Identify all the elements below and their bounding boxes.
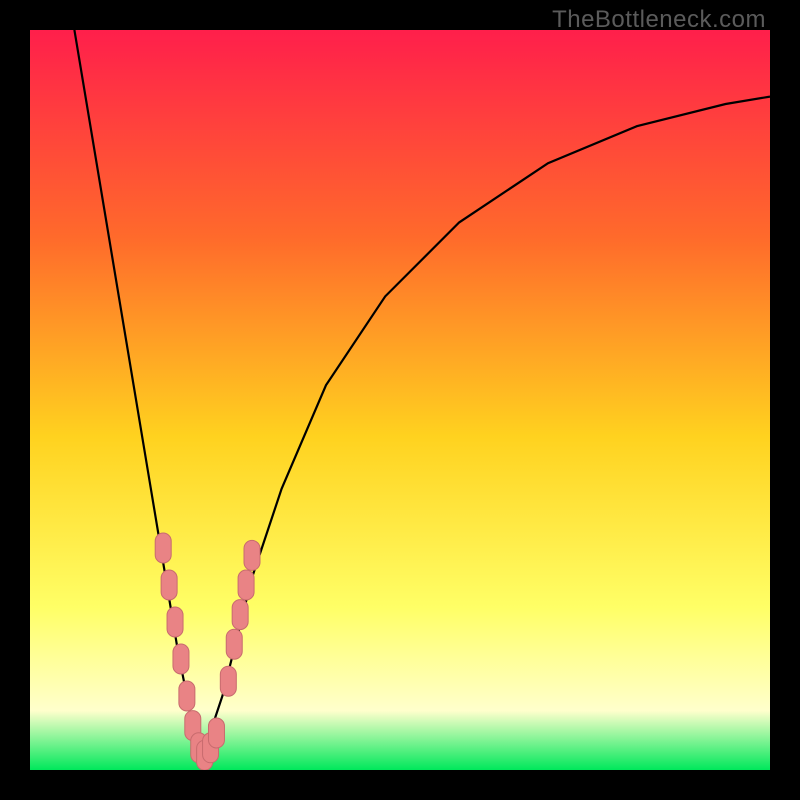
curve-marker	[155, 533, 171, 563]
curve-marker	[244, 540, 260, 570]
curve-marker	[173, 644, 189, 674]
plot-svg	[30, 30, 770, 770]
curve-marker	[161, 570, 177, 600]
watermark-text: TheBottleneck.com	[552, 6, 766, 34]
curve-marker	[232, 600, 248, 630]
curve-marker	[238, 570, 254, 600]
plot-frame	[30, 30, 770, 770]
curve-marker	[226, 629, 242, 659]
gradient-background	[30, 30, 770, 770]
curve-marker	[167, 607, 183, 637]
curve-marker	[179, 681, 195, 711]
curve-marker	[220, 666, 236, 696]
curve-marker	[208, 718, 224, 748]
